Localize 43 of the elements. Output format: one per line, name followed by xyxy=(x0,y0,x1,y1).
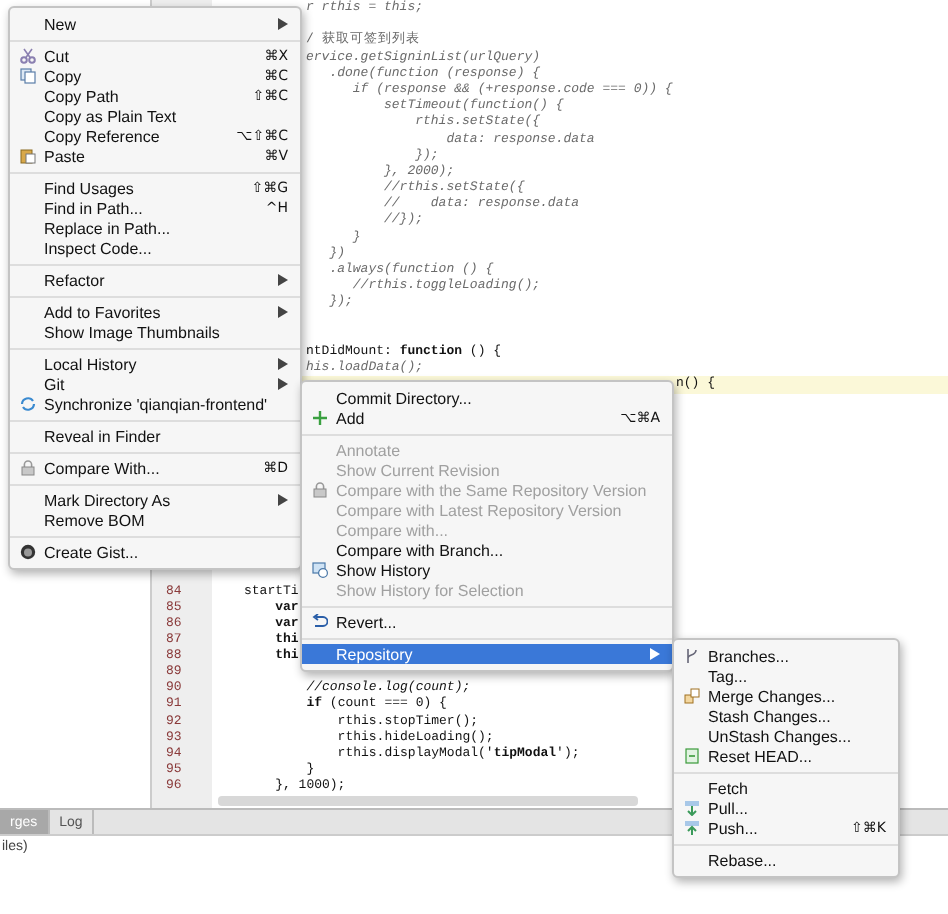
history-icon xyxy=(312,562,328,578)
menu-item[interactable]: Add to Favorites xyxy=(10,302,300,322)
menu-item[interactable]: Reveal in Finder xyxy=(10,426,300,446)
menu-item[interactable]: Repository xyxy=(302,644,672,664)
plus-icon xyxy=(312,410,328,426)
menu-item[interactable]: Tag... xyxy=(674,666,898,686)
push-arrow-icon xyxy=(684,820,700,836)
menu-item[interactable]: Local History xyxy=(10,354,300,374)
merge-icon xyxy=(684,688,700,704)
branch-icon xyxy=(684,648,700,664)
menu-item[interactable]: Inspect Code... xyxy=(10,238,300,258)
undo-arrow-icon xyxy=(312,614,328,630)
menu-item[interactable]: Compare with Branch... xyxy=(302,540,672,560)
padlock-icon xyxy=(312,482,328,498)
menu-item[interactable]: Revert... xyxy=(302,612,672,632)
menu-item[interactable]: Refactor xyxy=(10,270,300,290)
copy-icon xyxy=(20,68,36,84)
menu-item[interactable]: Merge Changes... xyxy=(674,686,898,706)
menu-item[interactable]: Copy as Plain Text xyxy=(10,106,300,126)
scissors-icon xyxy=(20,48,36,64)
menu-item[interactable]: New xyxy=(10,14,300,34)
menu-item[interactable]: UnStash Changes... xyxy=(674,726,898,746)
pull-arrow-icon xyxy=(684,800,700,816)
menu-item[interactable]: Create Gist... xyxy=(10,542,300,562)
menu-item[interactable]: Fetch xyxy=(674,778,898,798)
scrollbar[interactable] xyxy=(218,796,638,806)
menu-item[interactable]: Branches... xyxy=(674,646,898,666)
menu-item[interactable]: Mark Directory As xyxy=(10,490,300,510)
clipboard-icon xyxy=(20,148,36,164)
menu-item[interactable]: Stash Changes... xyxy=(674,706,898,726)
menu-item[interactable]: Show Image Thumbnails xyxy=(10,322,300,342)
menu-item[interactable]: Git xyxy=(10,374,300,394)
padlock-icon xyxy=(20,460,36,476)
menu-item[interactable]: Rebase... xyxy=(674,850,898,870)
menu-item[interactable]: Synchronize 'qianqian-frontend' xyxy=(10,394,300,414)
document-icon xyxy=(684,748,700,764)
menu-item[interactable]: Replace in Path... xyxy=(10,218,300,238)
sync-icon xyxy=(20,396,36,412)
menu-item[interactable]: Remove BOM xyxy=(10,510,300,530)
menu-item[interactable]: Show History xyxy=(302,560,672,580)
menu-item[interactable]: Commit Directory... xyxy=(302,388,672,408)
menu-item[interactable]: Pull... xyxy=(674,798,898,818)
menu-item[interactable]: Reset HEAD... xyxy=(674,746,898,766)
